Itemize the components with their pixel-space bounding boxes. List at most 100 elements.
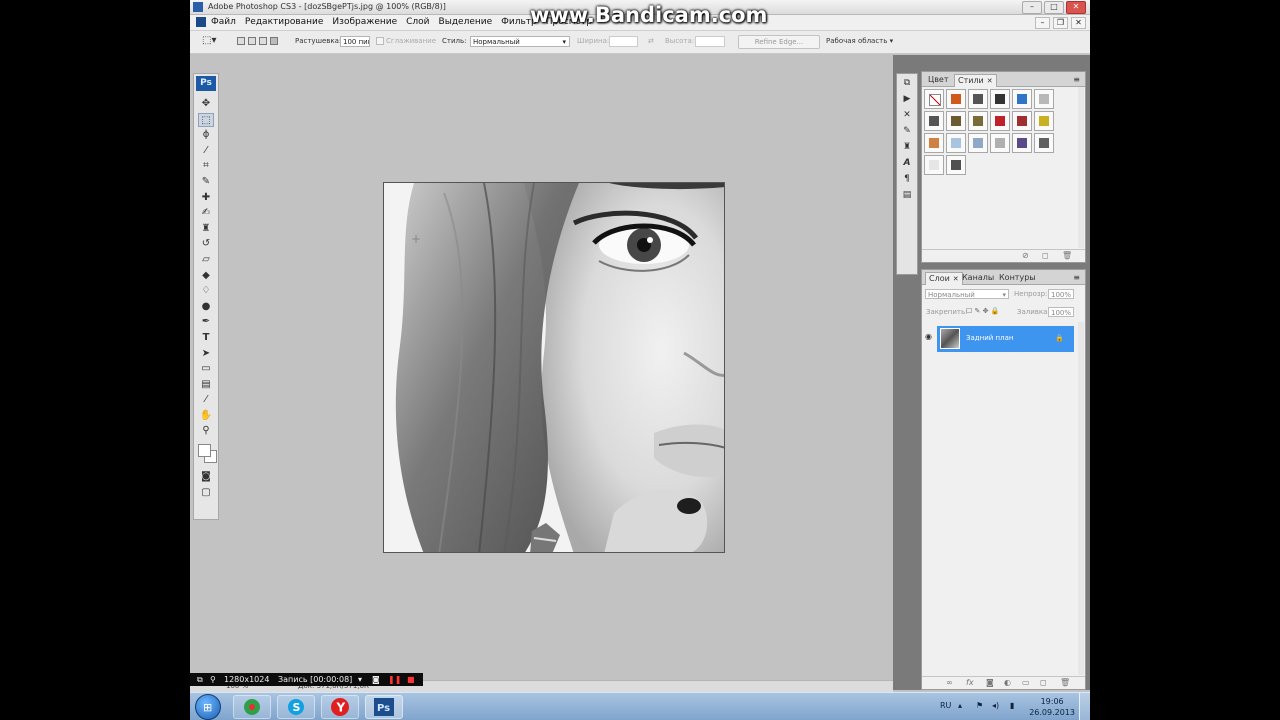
clone-source-icon[interactable]: ♜ — [900, 141, 914, 154]
style-swatch[interactable] — [990, 111, 1010, 131]
new-layer-icon[interactable]: ◻ — [1040, 678, 1047, 687]
panel-menu-icon[interactable]: ≡ — [1070, 272, 1083, 284]
doc-close-button[interactable]: ✕ — [1071, 17, 1086, 29]
zoom-tool-icon[interactable]: ⚲ — [198, 424, 214, 438]
feather-input[interactable]: 100 пикс — [340, 36, 370, 47]
scrollbar[interactable] — [1078, 322, 1084, 675]
taskbar-yandex-button[interactable]: Y — [321, 695, 359, 719]
pen-tool-icon[interactable]: ✒ — [198, 315, 214, 329]
menu-layer[interactable]: Слой — [406, 17, 429, 27]
style-swatch[interactable] — [1034, 89, 1054, 109]
blur-tool-icon[interactable]: ♢ — [198, 284, 214, 298]
paint-bucket-tool-icon[interactable]: ◆ — [198, 269, 214, 283]
notes-tool-icon[interactable]: ▤ — [198, 378, 214, 392]
menu-edit[interactable]: Редактирование — [245, 17, 324, 27]
network-icon[interactable]: ⚑ — [976, 701, 983, 710]
style-swatch[interactable] — [946, 133, 966, 153]
style-swatch[interactable] — [990, 89, 1010, 109]
delete-style-icon[interactable]: 🗑 — [1062, 251, 1072, 260]
lasso-tool-icon[interactable]: ϕ — [198, 128, 214, 142]
workspace-button[interactable]: Рабочая область ▾ — [826, 37, 893, 45]
link-layers-icon[interactable]: ∞ — [946, 678, 953, 687]
width-input[interactable] — [609, 36, 638, 47]
adjustment-layer-icon[interactable]: ◐ — [1004, 678, 1011, 687]
lock-icons[interactable]: ☐ ✎ ✥ 🔒 — [966, 307, 999, 315]
bandicam-icon[interactable]: ⧉ — [197, 675, 203, 685]
shape-tool-icon[interactable]: ▭ — [198, 362, 214, 376]
marquee-tool-icon[interactable]: ⬚ — [198, 112, 214, 127]
blend-mode-select[interactable]: Нормальный ▾ — [925, 289, 1009, 299]
style-swatch[interactable] — [924, 89, 944, 109]
eraser-tool-icon[interactable]: ▱ — [198, 253, 214, 267]
document-canvas[interactable]: + — [383, 182, 725, 553]
sound-icon[interactable]: ◂) — [992, 701, 999, 710]
style-swatch[interactable] — [968, 133, 988, 153]
subtract-selection-icon[interactable] — [259, 37, 267, 45]
clock[interactable]: 19:06 26.09.2013 — [1029, 696, 1075, 718]
type-tool-icon[interactable]: T — [198, 331, 214, 345]
taskbar-icq-button[interactable] — [233, 695, 271, 719]
tray-expand-icon[interactable]: ▴ — [958, 701, 962, 710]
show-desktop-button[interactable] — [1079, 693, 1090, 720]
close-button[interactable]: ✕ — [1066, 1, 1086, 14]
screen-mode-icon[interactable]: ▢ — [198, 486, 214, 500]
menu-select[interactable]: Выделение — [439, 17, 493, 27]
antialias-checkbox[interactable] — [376, 37, 384, 45]
style-swatch[interactable] — [946, 155, 966, 175]
history-brush-tool-icon[interactable]: ↺ — [198, 237, 214, 251]
tab-paths[interactable]: Контуры — [996, 272, 1039, 284]
quick-mask-icon[interactable]: ◙ — [198, 470, 214, 484]
style-swatch[interactable] — [1034, 111, 1054, 131]
foreground-color[interactable] — [198, 444, 211, 458]
group-icon[interactable]: ▭ — [1022, 678, 1030, 687]
new-style-icon[interactable]: ◻ — [1042, 251, 1049, 260]
chevron-down-icon[interactable]: ▾ — [358, 675, 362, 684]
path-selection-tool-icon[interactable]: ➤ — [198, 347, 214, 361]
clone-stamp-tool-icon[interactable]: ♜ — [198, 222, 214, 236]
eyedropper-tool-icon[interactable]: ⁄ — [198, 393, 214, 407]
scrollbar[interactable] — [1078, 87, 1084, 248]
doc-restore-button[interactable]: ❐ — [1053, 17, 1068, 29]
menu-file[interactable]: Файл — [211, 17, 236, 27]
layer-comps-icon[interactable]: ▤ — [900, 189, 914, 202]
close-icon[interactable]: ✕ — [953, 275, 959, 283]
minimize-button[interactable]: – — [1022, 1, 1042, 14]
add-selection-icon[interactable] — [248, 37, 256, 45]
style-swatch[interactable] — [924, 133, 944, 153]
crop-tool-icon[interactable]: ⌗ — [198, 159, 214, 173]
style-swatch[interactable] — [924, 155, 944, 175]
paragraph-icon[interactable]: ¶ — [900, 173, 914, 186]
taskbar-photoshop-button[interactable]: Ps — [365, 695, 403, 719]
layer-mask-icon[interactable]: ◙ — [986, 678, 994, 687]
hand-tool-icon[interactable]: ✋ — [198, 409, 214, 423]
style-swatch[interactable] — [968, 89, 988, 109]
color-swatches[interactable] — [196, 442, 217, 464]
tab-channels[interactable]: Каналы — [959, 272, 997, 284]
pause-icon[interactable]: ❚❚ — [388, 675, 401, 684]
style-swatch[interactable] — [1012, 133, 1032, 153]
layer-row[interactable]: Задний план 🔒 — [937, 326, 1074, 352]
camera-icon[interactable]: ◙ — [372, 675, 380, 684]
stop-icon[interactable]: ■ — [407, 675, 415, 684]
brushes-icon[interactable]: ✎ — [900, 125, 914, 138]
doc-minimize-button[interactable]: – — [1035, 17, 1050, 29]
refine-edge-button[interactable]: Refine Edge... — [738, 35, 820, 49]
opacity-input[interactable]: 100% — [1048, 289, 1074, 299]
style-swatch[interactable] — [946, 89, 966, 109]
menu-image[interactable]: Изображение — [332, 17, 397, 27]
clear-style-icon[interactable]: ⊘ — [1022, 251, 1029, 260]
dodge-tool-icon[interactable]: ● — [198, 300, 214, 314]
style-swatch[interactable] — [924, 111, 944, 131]
magic-wand-tool-icon[interactable]: ⁄ — [198, 144, 214, 158]
style-swatch[interactable] — [1012, 89, 1032, 109]
language-indicator[interactable]: RU — [940, 701, 951, 710]
brush-tool-icon[interactable]: ✍ — [198, 206, 214, 220]
style-swatch[interactable] — [946, 111, 966, 131]
height-input[interactable] — [695, 36, 725, 47]
maximize-button[interactable]: □ — [1044, 1, 1064, 14]
marquee-preset-icon[interactable]: ⬚▾ — [202, 35, 216, 46]
tools-presets-icon[interactable]: ✕ — [900, 109, 914, 122]
tab-styles[interactable]: Стили ✕ — [954, 74, 997, 87]
style-swatch[interactable] — [1012, 111, 1032, 131]
tab-color[interactable]: Цвет — [925, 74, 952, 86]
